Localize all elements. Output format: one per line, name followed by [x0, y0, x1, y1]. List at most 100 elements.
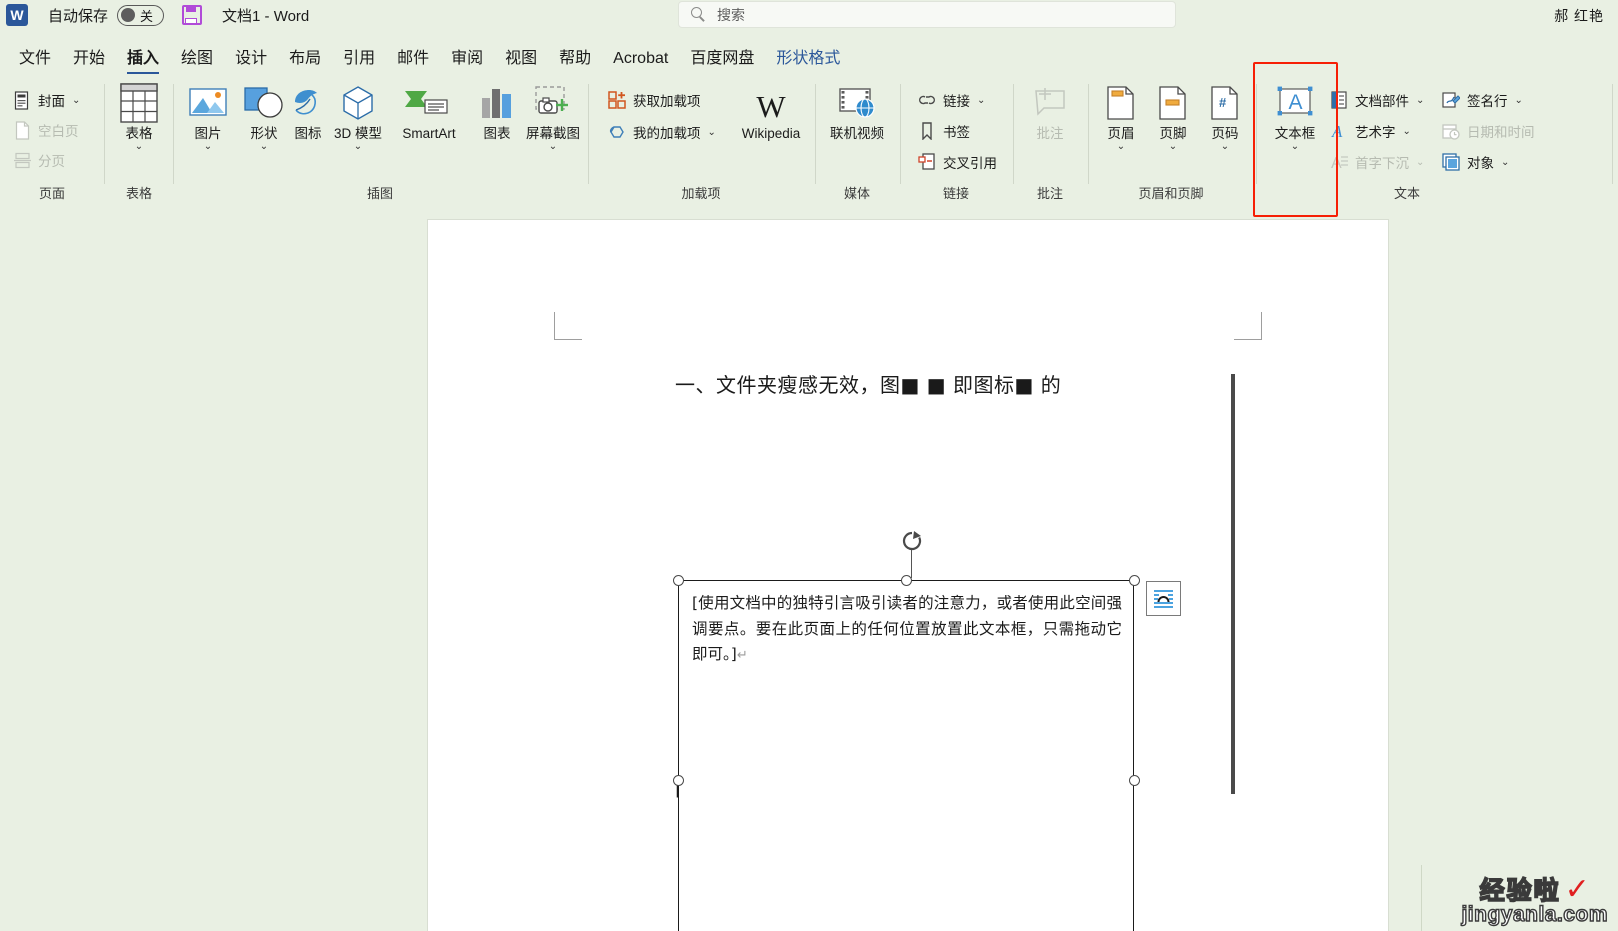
ribbon-group-comments: 批注 批注 [1014, 76, 1086, 206]
table-label: 表格 [125, 126, 153, 141]
pictures-button[interactable]: 图片 ⌄ [180, 82, 236, 152]
tab-shape-format[interactable]: 形状格式 [765, 46, 851, 74]
quick-parts-button[interactable]: 文档部件 ⌄ [1329, 88, 1424, 112]
chevron-down-icon[interactable]: ⌄ [708, 127, 716, 138]
group-title-header-footer: 页眉和页脚 [1138, 186, 1204, 201]
3d-model-label: 3D 模型 [334, 126, 383, 141]
chevron-down-icon[interactable]: ⌄ [354, 142, 362, 152]
shapes-button[interactable]: 形状 ⌄ [236, 82, 292, 152]
text-box-content[interactable]: [使用文档中的独特引言吸引读者的注意力，或者使用此空间强调要点。要在此页面上的任… [692, 591, 1122, 669]
resize-handle-nw[interactable] [673, 575, 684, 586]
header-icon [1105, 82, 1137, 124]
smartart-button[interactable]: SmartArt [386, 82, 472, 141]
document-canvas[interactable]: 一、文件夹瘦感无效，图■ ■ 即图标■ 的 的方法已开头下，家里情只 · · ·… [0, 206, 1618, 931]
chevron-down-icon[interactable]: ⌄ [1291, 142, 1299, 152]
shapes-icon [243, 82, 285, 124]
link-button[interactable]: 链接 ⌄ [917, 88, 985, 112]
chevron-down-icon[interactable]: ⌄ [72, 95, 80, 106]
chevron-down-icon[interactable]: ⌄ [260, 142, 268, 152]
signature-line-button[interactable]: 签名行 ⌄ [1441, 88, 1523, 112]
margin-marker-top-left [554, 312, 582, 340]
watermark-line1: 经验啦 [1479, 876, 1561, 906]
object-icon [1441, 152, 1461, 172]
layout-options-button[interactable] [1146, 581, 1181, 616]
chart-label: 图表 [483, 126, 511, 141]
cross-reference-label: 交叉引用 [943, 156, 997, 171]
icons-icon [290, 82, 326, 124]
chevron-down-icon[interactable]: ⌄ [1169, 142, 1177, 152]
chevron-down-icon[interactable]: ⌄ [549, 142, 557, 152]
autosave-toggle[interactable]: 关 [117, 4, 165, 26]
cover-page-button[interactable]: 封面 ⌄ [12, 88, 80, 112]
chevron-down-icon[interactable]: ⌄ [1416, 157, 1424, 168]
search-input[interactable]: 搜索 [678, 1, 1176, 28]
tab-layout[interactable]: 布局 [278, 46, 332, 74]
screenshot-button[interactable]: 屏幕截图 ⌄ [522, 82, 584, 152]
new-comment-label: 批注 [1036, 126, 1064, 141]
online-video-button[interactable]: 联机视频 [822, 82, 892, 141]
screenshot-label: 屏幕截图 [526, 126, 580, 141]
tab-review[interactable]: 审阅 [440, 46, 494, 74]
tab-help[interactable]: 帮助 [548, 46, 602, 74]
blank-page-button[interactable]: 空白页 [12, 118, 79, 142]
chevron-down-icon[interactable]: ⌄ [977, 95, 985, 106]
chevron-down-icon[interactable]: ⌄ [1501, 157, 1509, 168]
chevron-down-icon[interactable]: ⌄ [1416, 95, 1424, 106]
save-icon[interactable] [182, 5, 203, 25]
resize-handle-n[interactable] [901, 575, 912, 586]
header-button[interactable]: 页眉 ⌄ [1093, 82, 1149, 152]
resize-handle-ne[interactable] [1129, 575, 1140, 586]
rotation-handle-icon[interactable] [901, 530, 923, 552]
ribbon: 封面 ⌄ 空白页 分页 页面 表格 ⌄ 表格 图片 ⌄ 形状 ⌄ 图标 3D 模… [0, 76, 1618, 206]
icons-button[interactable]: 图标 [289, 82, 327, 141]
chart-button[interactable]: 图表 [474, 82, 520, 141]
chevron-down-icon[interactable]: ⌄ [1515, 95, 1523, 106]
my-addins-button[interactable]: 我的加载项 ⌄ [607, 120, 716, 144]
date-time-button[interactable]: 日期和时间 [1441, 119, 1535, 143]
cross-reference-icon [917, 152, 937, 172]
new-comment-button[interactable]: 批注 [1022, 82, 1078, 141]
text-box-button[interactable]: A 文本框 ⌄ [1267, 82, 1323, 152]
tab-baidu-netdisk[interactable]: 百度网盘 [679, 46, 765, 74]
header-label: 页眉 [1107, 126, 1135, 141]
picture-icon [189, 82, 227, 124]
chevron-down-icon[interactable]: ⌄ [1221, 142, 1229, 152]
tab-home[interactable]: 开始 [62, 46, 116, 74]
cover-page-icon [12, 90, 32, 110]
3d-model-button[interactable]: 3D 模型 ⌄ [334, 82, 383, 152]
ribbon-group-links: 链接 ⌄ 书签 交叉引用 链接 [901, 76, 1011, 206]
tab-mailings[interactable]: 邮件 [386, 46, 440, 74]
resize-handle-w[interactable] [673, 775, 684, 786]
chevron-down-icon[interactable]: ⌄ [1117, 142, 1125, 152]
text-box-shape[interactable]: [使用文档中的独特引言吸引读者的注意力，或者使用此空间强调要点。要在此页面上的任… [678, 580, 1134, 931]
user-name[interactable]: 郝 红艳 [1554, 6, 1604, 26]
object-button[interactable]: 对象 ⌄ [1441, 150, 1509, 174]
tab-insert[interactable]: 插入 [116, 46, 170, 74]
wikipedia-button[interactable]: W Wikipedia [729, 90, 813, 141]
get-addins-button[interactable]: 获取加载项 [607, 88, 701, 112]
page-number-button[interactable]: # 页码 ⌄ [1197, 82, 1253, 152]
group-title-pages: 页面 [38, 186, 65, 201]
drop-cap-button[interactable]: A 首字下沉 ⌄ [1329, 150, 1425, 174]
icons-label: 图标 [294, 126, 322, 141]
chevron-down-icon[interactable]: ⌄ [1403, 126, 1411, 137]
tab-draw[interactable]: 绘图 [170, 46, 224, 74]
ribbon-tabs: 文件 开始 插入 绘图 设计 布局 引用 邮件 审阅 视图 帮助 Acrobat… [0, 44, 1618, 74]
smartart-label: SmartArt [402, 126, 456, 141]
footer-button[interactable]: 页脚 ⌄ [1145, 82, 1201, 152]
tab-design[interactable]: 设计 [224, 46, 278, 74]
cross-reference-button[interactable]: 交叉引用 [917, 150, 997, 174]
svg-text:A: A [1331, 122, 1343, 140]
svg-text:A: A [1289, 91, 1303, 114]
resize-handle-e[interactable] [1129, 775, 1140, 786]
wordart-button[interactable]: A 艺术字 ⌄ [1329, 119, 1411, 143]
chevron-down-icon[interactable]: ⌄ [135, 142, 143, 152]
chevron-down-icon[interactable]: ⌄ [204, 142, 212, 152]
page-break-button[interactable]: 分页 [12, 148, 65, 172]
tab-file[interactable]: 文件 [8, 46, 62, 74]
table-button[interactable]: 表格 ⌄ [111, 82, 167, 152]
tab-view[interactable]: 视图 [494, 46, 548, 74]
tab-references[interactable]: 引用 [332, 46, 386, 74]
bookmark-button[interactable]: 书签 [917, 119, 970, 143]
tab-acrobat[interactable]: Acrobat [602, 46, 679, 74]
